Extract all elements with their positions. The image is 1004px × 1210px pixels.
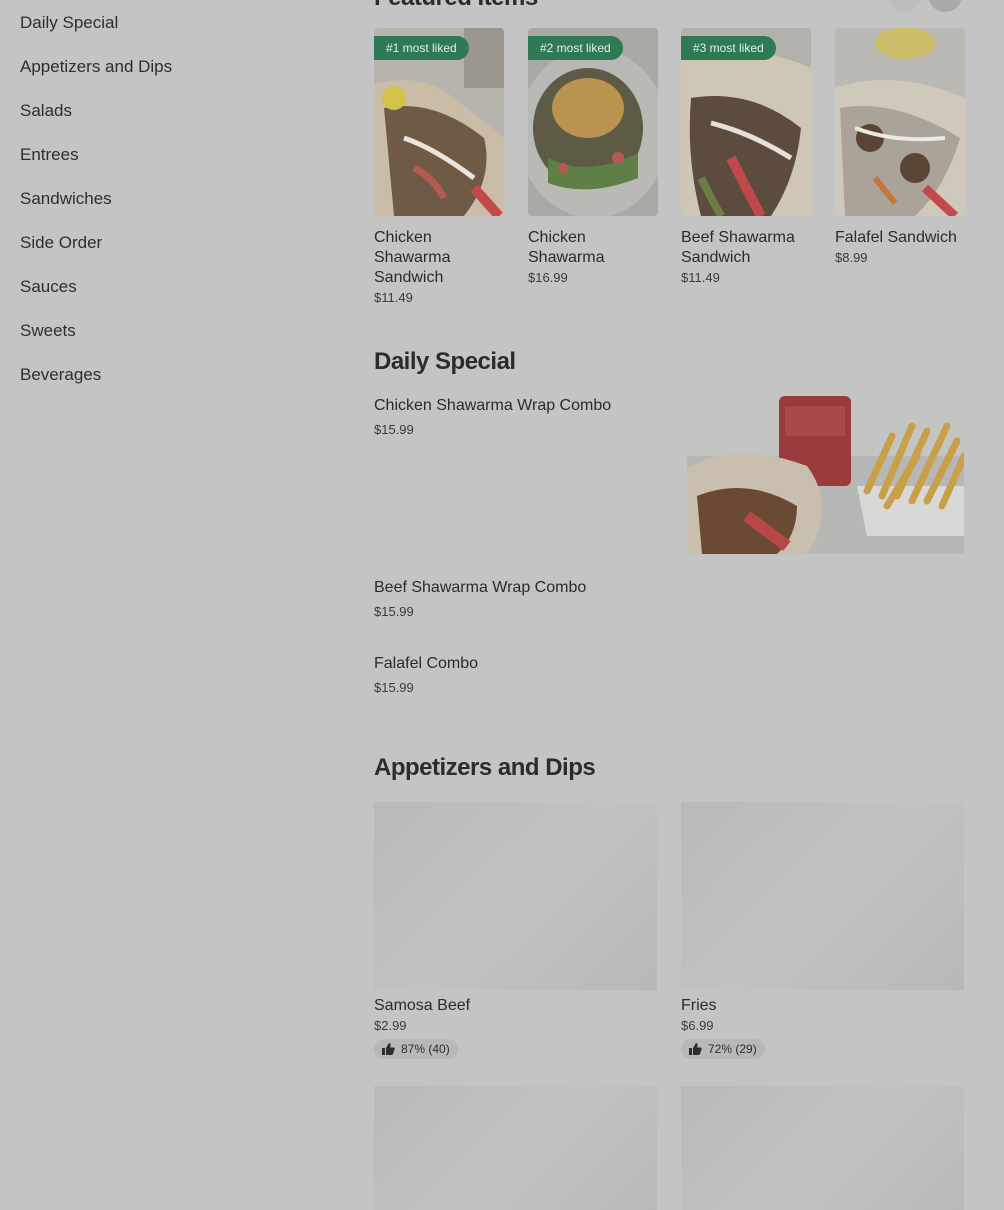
category-sidebar: Daily Special Appetizers and Dips Salads… [20,12,320,408]
featured-item-image: #2 most liked [528,28,658,216]
most-liked-badge: #2 most liked [528,36,623,60]
featured-item-image: #1 most liked [374,28,504,216]
menu-item-name: Samosa Beef [374,997,471,1014]
menu-item-card[interactable] [374,1086,657,1210]
sidebar-item-salads[interactable]: Salads [20,100,320,144]
featured-item-name: Chicken Shawarma [528,229,605,266]
menu-item[interactable]: Beef Shawarma Wrap Combo $15.99 [374,578,964,619]
sidebar-item-beverages[interactable]: Beverages [20,364,320,408]
sidebar-item-sandwiches[interactable]: Sandwiches [20,188,320,232]
appetizers-heading: Appetizers and Dips [374,754,596,781]
rating-text: 72% (29) [708,1042,757,1056]
sidebar-item-daily-special[interactable]: Daily Special [20,12,320,56]
carousel-prev-button[interactable] [888,0,922,12]
sidebar-item-side-order[interactable]: Side Order [20,232,320,276]
most-liked-badge: #3 most liked [681,36,776,60]
menu-item-image-placeholder [374,1086,657,1210]
rating-text: 87% (40) [401,1042,450,1056]
most-liked-badge: #1 most liked [374,36,469,60]
menu-item-card[interactable]: Fries $6.99 72% (29) [681,802,964,1060]
featured-item-price: $11.49 [681,270,720,285]
featured-item-name: Falafel Sandwich [835,229,957,246]
menu-item-name: Fries [681,997,717,1014]
featured-card[interactable]: Falafel Sandwich $8.99 [835,28,965,265]
sidebar-item-appetizers[interactable]: Appetizers and Dips [20,56,320,100]
sidebar-item-entrees[interactable]: Entrees [20,144,320,188]
menu-item-card[interactable]: Samosa Beef $2.99 87% (40) [374,802,657,1060]
menu-item-card[interactable] [681,1086,964,1210]
menu-item-name: Falafel Combo [374,655,479,672]
menu-item-image-placeholder [374,802,657,990]
featured-item-image: #3 most liked [681,28,811,216]
menu-item-image-placeholder [681,802,964,990]
featured-item-price: $11.49 [374,290,413,305]
featured-carousel: #1 most liked Chicken Shawarma Sandwich … [374,28,965,308]
featured-card[interactable]: #1 most liked Chicken Shawarma Sandwich … [374,28,504,305]
featured-item-price: $8.99 [835,250,868,265]
menu-item-name: Beef Shawarma Wrap Combo [374,579,587,596]
rating-badge: 87% (40) [374,1039,458,1059]
sidebar-item-sweets[interactable]: Sweets [20,320,320,364]
thumbs-up-icon [382,1043,395,1055]
menu-item-price: $15.99 [374,604,414,619]
menu-item-image [687,396,964,554]
menu-item[interactable]: Falafel Combo $15.99 [374,654,964,695]
featured-items-title: Featured Items [374,0,538,12]
featured-card[interactable]: #2 most liked Chicken Shawarma $16.99 [528,28,658,285]
featured-item-name: Chicken Shawarma Sandwich [374,229,451,286]
menu-item-image-placeholder [681,1086,964,1210]
carousel-next-button[interactable] [928,0,962,12]
rating-badge: 72% (29) [681,1039,765,1059]
featured-item-image [835,28,965,216]
menu-item-price: $15.99 [374,680,414,695]
featured-item-price: $16.99 [528,270,568,285]
featured-item-name: Beef Shawarma Sandwich [681,229,795,266]
menu-item-price: $2.99 [374,1018,407,1033]
featured-card[interactable]: #3 most liked Beef Shawarma Sandwich $11… [681,28,811,285]
sidebar-item-sauces[interactable]: Sauces [20,276,320,320]
menu-item-price: $6.99 [681,1018,714,1033]
thumbs-up-icon [689,1043,702,1055]
daily-special-heading: Daily Special [374,348,516,375]
